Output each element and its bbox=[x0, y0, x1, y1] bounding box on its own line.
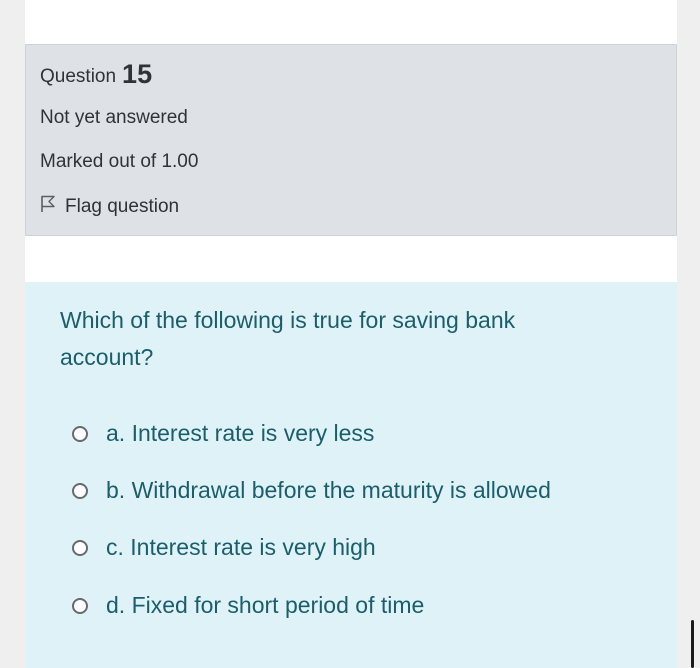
question-text: Which of the following is true for savin… bbox=[60, 307, 516, 370]
question-title: Question 15 bbox=[40, 59, 152, 90]
answer-label: b. Withdrawal before the maturity is all… bbox=[106, 477, 551, 503]
question-status: Not yet answered bbox=[40, 107, 188, 128]
quiz-page: Question 15 Not yet answered Marked out o… bbox=[25, 0, 677, 668]
question-content-panel: Which of the following is true for savin… bbox=[25, 282, 677, 668]
question-label: Question bbox=[40, 66, 117, 87]
answer-label: a. Interest rate is very less bbox=[106, 420, 375, 446]
radio-unchecked-icon[interactable] bbox=[72, 597, 88, 614]
answer-option-b[interactable]: b. Withdrawal before the maturity is all… bbox=[72, 477, 551, 504]
flag-question-link[interactable]: Flag question bbox=[40, 195, 179, 219]
radio-unchecked-icon[interactable] bbox=[72, 425, 88, 442]
answer-label: c. Interest rate is very high bbox=[106, 534, 376, 560]
radio-unchecked-icon[interactable] bbox=[72, 482, 88, 499]
answer-option-a[interactable]: a. Interest rate is very less bbox=[72, 420, 374, 447]
question-info-panel: Question 15 Not yet answered Marked out o… bbox=[25, 44, 677, 236]
question-marks: Marked out of 1.00 bbox=[40, 151, 199, 172]
radio-unchecked-icon[interactable] bbox=[72, 539, 88, 556]
answer-option-d[interactable]: d. Fixed for short period of time bbox=[72, 592, 424, 619]
flag-question-label: Flag question bbox=[65, 196, 180, 217]
answer-label: d. Fixed for short period of time bbox=[106, 592, 425, 618]
flag-icon bbox=[40, 195, 65, 219]
question-number: 15 bbox=[122, 59, 153, 89]
answer-option-c[interactable]: c. Interest rate is very high bbox=[72, 534, 376, 561]
scrollbar-thumb[interactable] bbox=[691, 620, 694, 668]
